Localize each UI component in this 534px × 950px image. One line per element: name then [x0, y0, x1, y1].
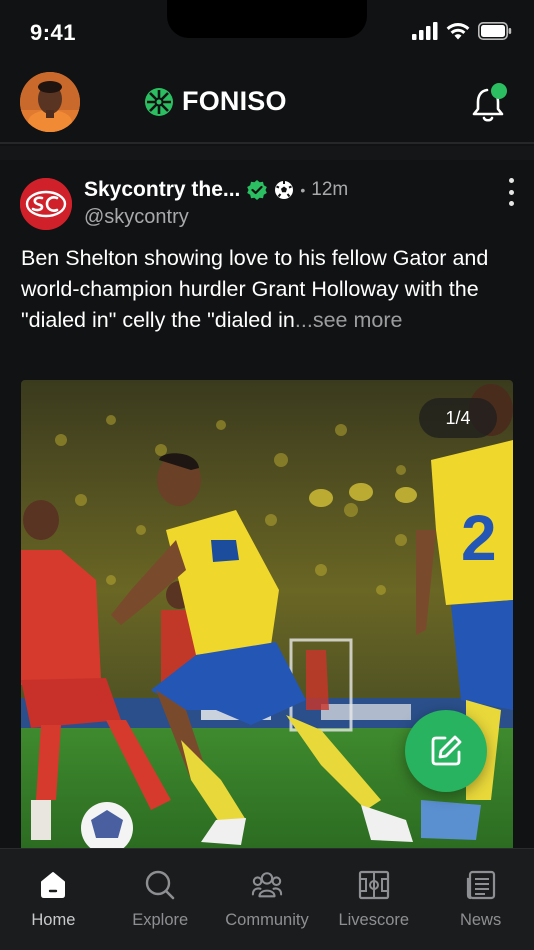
author-row: Skycontry the... • 12m [84, 178, 348, 202]
nav-community-label: Community [225, 911, 309, 929]
nav-explore-label: Explore [132, 911, 189, 929]
bell-icon [472, 83, 507, 122]
nav-explore[interactable]: Explore [107, 849, 214, 950]
brand-name: FONISO [182, 86, 287, 116]
wifi-icon [446, 23, 470, 40]
kebab-dot [508, 178, 514, 183]
sc-logo-icon [20, 178, 72, 230]
compose-icon [431, 735, 462, 766]
post-text: Ben Shelton showing love to his fellow G… [21, 243, 517, 336]
nav-community[interactable]: Community [214, 849, 321, 950]
battery-icon [478, 22, 512, 40]
news-icon [465, 869, 497, 901]
notification-dot [491, 83, 507, 99]
notification-button[interactable] [470, 82, 508, 124]
see-more-link[interactable]: ...see more [295, 308, 403, 332]
status-time: 9:41 [30, 20, 77, 45]
signal-icon [412, 22, 438, 40]
user-avatar[interactable] [20, 72, 80, 132]
avatar-image [20, 72, 80, 132]
post-time: 12m [311, 179, 349, 200]
nav-home[interactable]: Home [0, 849, 107, 950]
home-icon [37, 869, 69, 901]
post-author-avatar[interactable] [20, 178, 72, 230]
soccer-ball-icon [275, 181, 294, 199]
nav-news[interactable]: News [427, 849, 534, 950]
community-icon [251, 869, 283, 901]
verified-check-icon [247, 180, 268, 200]
post-options-button[interactable] [506, 178, 516, 206]
device-notch [167, 0, 367, 38]
kebab-dot [508, 189, 514, 195]
nav-news-label: News [459, 911, 502, 929]
status-bar: 9:41 [0, 0, 534, 60]
brand-logo: FONISO [144, 86, 287, 117]
author-name[interactable]: Skycontry the... [84, 178, 240, 202]
brand-ball-icon [145, 87, 173, 116]
nav-livescore[interactable]: Livescore [320, 849, 427, 950]
kebab-dot [508, 201, 514, 206]
feed-separator [0, 146, 534, 160]
post-body: Ben Shelton showing love to his fellow G… [21, 246, 489, 332]
bottom-nav: Home Explore Community Livescore News [0, 848, 534, 950]
svg-text:2: 2 [461, 502, 497, 574]
status-icons [412, 22, 512, 40]
author-handle[interactable]: @skycontry [84, 206, 189, 229]
media-counter: 1/4 [419, 398, 497, 438]
app-header: FONISO [0, 60, 534, 144]
meta-separator: • [300, 182, 306, 198]
pitch-icon [358, 869, 390, 901]
search-icon [144, 869, 176, 901]
compose-button[interactable] [405, 710, 487, 792]
nav-home-label: Home [31, 911, 76, 929]
nav-livescore-label: Livescore [338, 911, 410, 929]
